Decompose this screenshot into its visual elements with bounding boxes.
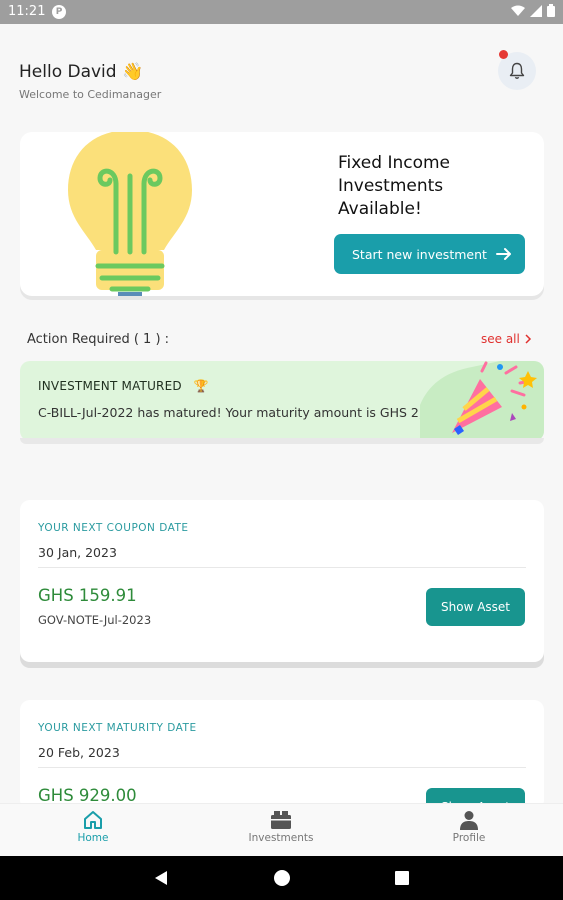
alert-message: C-BILL-Jul-2022 has matured! Your maturi… <box>38 405 467 420</box>
investments-icon <box>271 811 291 829</box>
back-icon[interactable] <box>154 870 168 886</box>
alert-shadow <box>20 438 544 444</box>
maturity-date-value: 20 Feb, 2023 <box>38 745 120 760</box>
wifi-icon <box>511 5 525 16</box>
divider <box>38 567 526 568</box>
divider <box>38 767 526 768</box>
promo-title: Fixed Income Investments Available! <box>338 153 451 219</box>
see-all-label: see all <box>481 332 520 346</box>
investment-matured-alert[interactable]: INVESTMENT MATURED 🏆 C-BILL-Jul-2022 has… <box>20 361 544 441</box>
alert-title-text: INVESTMENT MATURED <box>38 379 182 393</box>
lightbulb-icon <box>68 132 192 296</box>
coupon-amount: GHS 159.91 <box>38 586 137 605</box>
greeting-title: Hello David 👋 <box>19 62 144 82</box>
bottom-tab-bar: Home Investments Profile <box>0 803 563 856</box>
alert-title: INVESTMENT MATURED 🏆 <box>38 379 209 393</box>
header: Hello David 👋 Welcome to Cedimanager <box>19 62 161 101</box>
home-icon <box>84 811 102 829</box>
profile-icon <box>460 811 478 830</box>
action-required-label: Action Required ( 1 ) : <box>27 332 170 347</box>
show-asset-button[interactable]: Show Asset <box>426 588 525 626</box>
next-coupon-card: YOUR NEXT COUPON DATE 30 Jan, 2023 GHS 1… <box>20 500 544 662</box>
maturity-date-label: YOUR NEXT MATURITY DATE <box>38 722 197 734</box>
status-time: 11:21 <box>8 4 46 19</box>
promo-card: Fixed Income Investments Available! Star… <box>20 132 544 296</box>
status-icons <box>511 4 555 17</box>
signal-icon <box>530 4 542 17</box>
start-investment-button[interactable]: Start new investment <box>334 234 525 274</box>
trophy-icon: 🏆 <box>193 379 209 393</box>
notification-badge <box>499 50 508 59</box>
coupon-date-value: 30 Jan, 2023 <box>38 545 117 560</box>
recents-icon[interactable] <box>395 871 409 885</box>
tab-home-label: Home <box>77 832 109 844</box>
arrow-right-icon <box>496 248 511 260</box>
system-nav-bar <box>0 856 563 900</box>
tab-profile[interactable]: Profile <box>409 810 529 844</box>
tab-investments[interactable]: Investments <box>221 810 341 844</box>
coupon-date-label: YOUR NEXT COUPON DATE <box>38 522 189 534</box>
greeting-subtitle: Welcome to Cedimanager <box>19 88 162 101</box>
start-investment-label: Start new investment <box>352 246 487 262</box>
app-notification-icon: P <box>52 5 66 19</box>
tab-profile-label: Profile <box>452 832 486 844</box>
tab-home[interactable]: Home <box>33 810 153 844</box>
chevron-right-icon <box>525 334 531 344</box>
coupon-asset-name: GOV-NOTE-Jul-2023 <box>38 613 152 627</box>
bell-icon <box>509 62 525 79</box>
party-popper-icon <box>420 361 544 441</box>
next-maturity-card: YOUR NEXT MATURITY DATE 20 Feb, 2023 GHS… <box>20 700 544 826</box>
home-circle-icon[interactable] <box>274 870 290 886</box>
battery-icon <box>547 4 555 17</box>
see-all-link[interactable]: see all <box>481 332 532 346</box>
status-bar: 11:21 P <box>0 0 563 24</box>
tab-investments-label: Investments <box>248 832 314 844</box>
